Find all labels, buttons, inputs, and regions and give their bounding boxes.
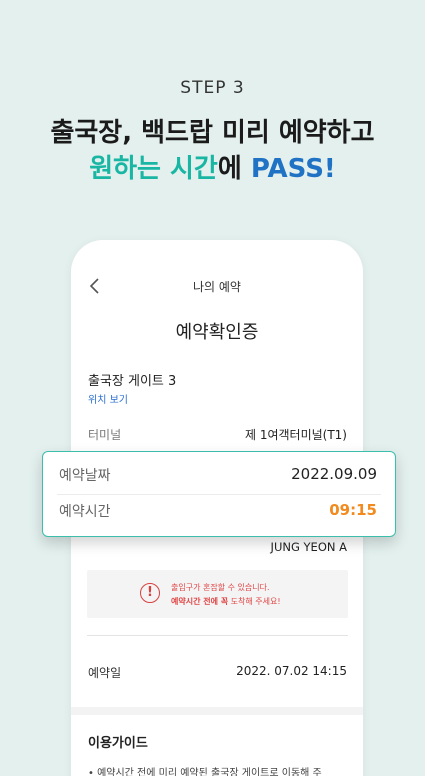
headline-line-1: 출국장, 백드랍 미리 예약하고: [50, 118, 375, 148]
alert-circle-icon: !: [140, 583, 160, 603]
notice-rest: 도착해 주세요!: [228, 597, 281, 606]
divider: [87, 635, 348, 636]
nav-title: 나의 예약: [193, 280, 241, 294]
location-link[interactable]: 위치 보기: [88, 391, 128, 406]
terminal-value: 제 1여객터미널(T1): [244, 428, 347, 442]
reservation-date-value: 2022.09.09: [291, 465, 377, 483]
card-divider: [57, 494, 381, 495]
page-title: 예약확인증: [175, 322, 259, 343]
step-label: STEP 3: [180, 78, 245, 98]
headline-highlight: 원하는 시간: [89, 154, 218, 184]
terminal-label: 터미널: [88, 428, 122, 442]
booking-date-value: 2022. 07.02 14:15: [236, 664, 347, 678]
headline-connector: 에: [217, 154, 251, 184]
reservation-time-value: 09:15: [329, 501, 377, 519]
passenger-name: JUNG YEON A: [270, 540, 347, 554]
notice-line-1: 출입구가 혼잡할 수 있습니다.: [171, 583, 270, 592]
reservation-time-label: 예약시간: [59, 504, 111, 520]
gate-name: 출국장 게이트 3: [88, 374, 177, 389]
headline-line-2: 원하는 시간에 PASS!: [0, 148, 425, 185]
notice-box: ! 출입구가 혼잡할 수 있습니다. 예약시간 전에 꼭 도착해 주세요!: [87, 570, 348, 618]
notice-line-2: 예약시간 전에 꼭 도착해 주세요!: [171, 596, 281, 607]
headline-brand: PASS!: [250, 154, 336, 184]
guide-item: • 예약시간 전에 미리 예약된 출국장 게이트로 이동해 주: [88, 768, 322, 776]
booking-date-label: 예약일: [88, 666, 122, 680]
notice-emphasis: 예약시간 전에 꼭: [171, 597, 229, 606]
section-separator: [71, 707, 363, 715]
guide-title: 이용가이드: [88, 736, 148, 751]
reservation-date-label: 예약날짜: [59, 468, 111, 484]
reservation-highlight-card: 예약날짜 2022.09.09 예약시간 09:15: [42, 451, 396, 537]
